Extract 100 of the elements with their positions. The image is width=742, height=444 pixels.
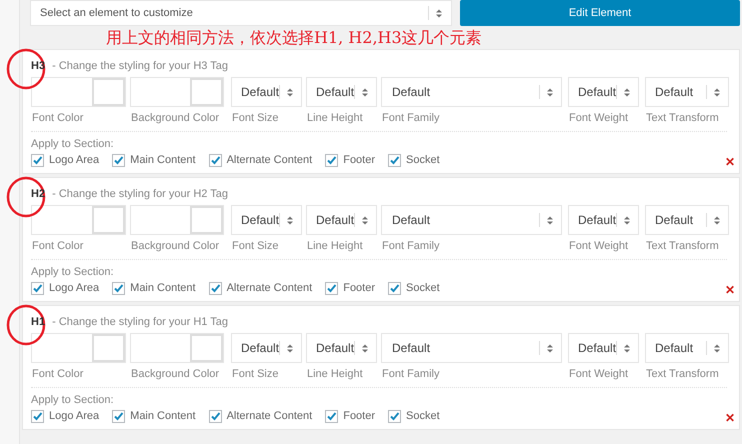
element-select[interactable]: Select an element to customize bbox=[30, 0, 452, 26]
select-value: Default bbox=[392, 212, 432, 229]
select-field[interactable]: Default bbox=[645, 333, 729, 363]
sort-arrows-icon bbox=[362, 344, 368, 352]
color-field[interactable] bbox=[130, 333, 224, 363]
select-field[interactable]: Default bbox=[306, 333, 377, 363]
checkbox[interactable] bbox=[31, 410, 44, 422]
sort-arrows-icon bbox=[362, 88, 368, 96]
sort-arrows-icon bbox=[624, 88, 630, 96]
tag-description: - Change the styling for your H2 Tag bbox=[51, 187, 228, 202]
select-value: Default bbox=[578, 340, 616, 357]
checkbox-label: Socket bbox=[406, 280, 440, 296]
sort-arrows-icon bbox=[624, 344, 630, 352]
checkbox-label: Logo Area bbox=[49, 152, 100, 168]
color-swatch[interactable] bbox=[190, 78, 223, 106]
checkbox-label: Alternate Content bbox=[226, 280, 312, 296]
checkbox-label: Socket bbox=[406, 152, 440, 168]
remove-button[interactable]: ✕ bbox=[725, 156, 735, 168]
sort-arrows-icon bbox=[287, 344, 294, 352]
checkbox-label: Logo Area bbox=[49, 280, 100, 296]
checkbox[interactable] bbox=[112, 282, 126, 294]
sort-arrows-icon bbox=[714, 216, 720, 224]
sort-arrows-icon bbox=[362, 216, 368, 224]
sort-arrows-icon bbox=[547, 88, 553, 96]
select-value: Default bbox=[316, 84, 354, 101]
field-label: Text Transform bbox=[645, 111, 720, 125]
sort-arrows-icon bbox=[547, 216, 553, 224]
select-field[interactable]: Default bbox=[568, 77, 639, 107]
color-field[interactable] bbox=[130, 77, 224, 107]
color-swatch[interactable] bbox=[190, 334, 223, 362]
checkbox[interactable] bbox=[208, 282, 222, 294]
select-field[interactable]: Default bbox=[231, 77, 302, 107]
remove-button[interactable]: ✕ bbox=[725, 412, 735, 424]
checkbox[interactable] bbox=[388, 410, 402, 422]
checkbox[interactable] bbox=[31, 282, 44, 294]
select-value: Default bbox=[392, 84, 432, 101]
select-field[interactable]: Default bbox=[306, 77, 377, 107]
color-field[interactable] bbox=[31, 77, 126, 107]
checkbox-label: Main Content bbox=[130, 152, 196, 168]
checkbox[interactable] bbox=[325, 154, 338, 166]
select-value: Default bbox=[578, 84, 616, 101]
field-label: Font Weight bbox=[568, 239, 630, 253]
field-label: Font Weight bbox=[568, 367, 630, 381]
color-swatch[interactable] bbox=[92, 206, 125, 234]
field-label: Background Color bbox=[130, 111, 220, 125]
remove-button[interactable]: ✕ bbox=[725, 284, 735, 296]
checkbox[interactable] bbox=[112, 410, 126, 422]
field-label: Text Transform bbox=[645, 367, 720, 381]
field-label: Font Color bbox=[31, 111, 84, 125]
select-field[interactable]: Default bbox=[568, 205, 639, 235]
color-swatch[interactable] bbox=[92, 78, 125, 106]
select-field[interactable]: Default bbox=[381, 77, 562, 107]
color-field[interactable] bbox=[130, 205, 224, 235]
checkbox[interactable] bbox=[388, 282, 402, 294]
select-value: Default bbox=[655, 340, 694, 357]
color-swatch[interactable] bbox=[92, 334, 125, 362]
sort-arrows-icon bbox=[436, 8, 442, 18]
checkbox[interactable] bbox=[388, 154, 402, 166]
color-swatch[interactable] bbox=[190, 206, 223, 234]
checkbox[interactable] bbox=[112, 154, 126, 166]
checkbox[interactable] bbox=[31, 154, 44, 166]
field-label: Font Size bbox=[231, 367, 280, 381]
checkbox[interactable] bbox=[208, 154, 222, 166]
select-value: Select an element to customize bbox=[40, 6, 194, 21]
checkbox-label: Footer bbox=[343, 152, 376, 168]
sort-arrows-icon bbox=[624, 216, 630, 224]
field-label: Font Size bbox=[231, 239, 280, 253]
select-value: Default bbox=[655, 212, 694, 229]
field-label: Font Family bbox=[381, 239, 440, 253]
select-field[interactable]: Default bbox=[306, 205, 377, 235]
field-label: Font Weight bbox=[568, 111, 630, 125]
select-value: Default bbox=[578, 212, 616, 229]
checkbox-label: Footer bbox=[343, 280, 376, 296]
field-label: Text Transform bbox=[645, 239, 720, 253]
sort-arrows-icon bbox=[547, 344, 553, 352]
select-field[interactable]: Default bbox=[645, 77, 729, 107]
field-label: Font Color bbox=[31, 367, 84, 381]
checkbox[interactable] bbox=[208, 410, 222, 422]
select-field[interactable]: Default bbox=[568, 333, 639, 363]
select-field[interactable]: Default bbox=[231, 333, 302, 363]
checkbox[interactable] bbox=[325, 282, 338, 294]
checkbox-label: Main Content bbox=[130, 280, 196, 296]
select-value: Default bbox=[316, 212, 354, 229]
color-field[interactable] bbox=[31, 333, 126, 363]
edit-element-button[interactable]: Edit Element bbox=[460, 0, 740, 26]
select-field[interactable]: Default bbox=[645, 205, 729, 235]
field-label: Background Color bbox=[130, 367, 220, 381]
checkbox-label: Alternate Content bbox=[226, 408, 312, 424]
select-field[interactable]: Default bbox=[231, 205, 302, 235]
select-field[interactable]: Default bbox=[381, 205, 562, 235]
annotation-text: 用上文的相同方法，依次选择H1, H2,H3这几个元素 bbox=[105, 27, 483, 49]
sort-arrows-icon bbox=[287, 216, 294, 224]
select-value: Default bbox=[316, 340, 354, 357]
field-label: Font Color bbox=[31, 239, 84, 253]
checkbox[interactable] bbox=[325, 410, 338, 422]
color-field[interactable] bbox=[31, 205, 126, 235]
apply-label: Apply to Section: bbox=[31, 393, 115, 407]
tag-description: - Change the styling for your H3 Tag bbox=[51, 59, 228, 74]
field-label: Line Height bbox=[306, 367, 364, 381]
select-field[interactable]: Default bbox=[381, 333, 562, 363]
